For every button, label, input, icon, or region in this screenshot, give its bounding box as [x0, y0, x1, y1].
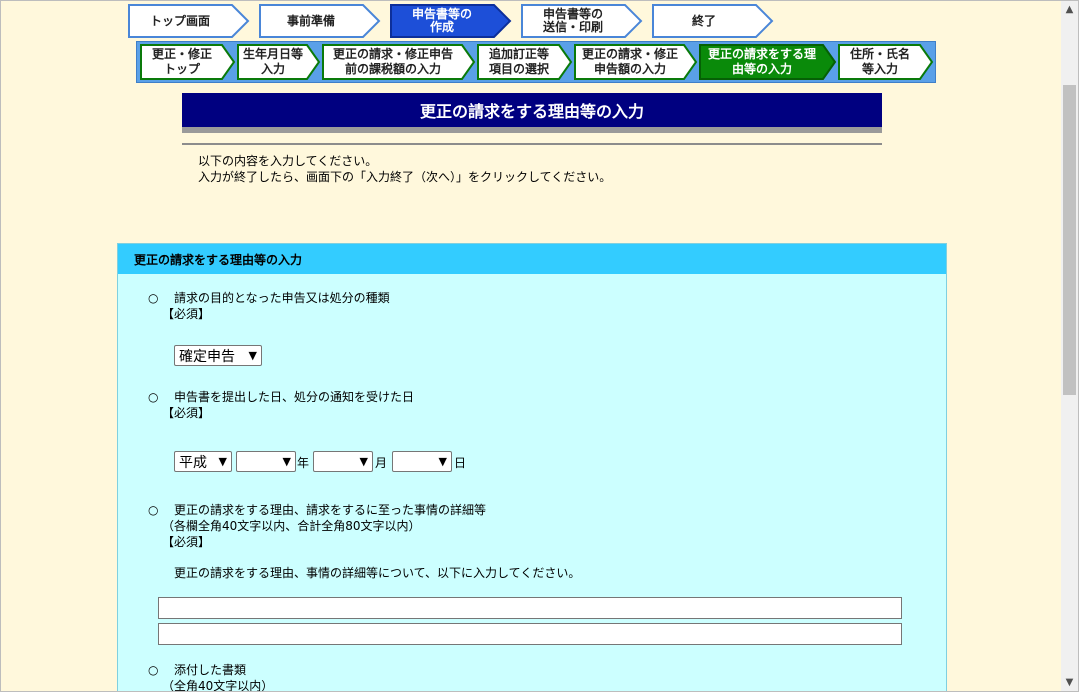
char-limit-note: （各欄全角40文字以内、合計全角80文字以内）	[162, 519, 421, 533]
step-finish: 終了	[652, 4, 774, 38]
return-type-select[interactable]: 確定申告 ▼	[174, 345, 262, 366]
divider	[182, 143, 882, 145]
required-label: 【必須】	[162, 535, 211, 549]
vertical-scrollbar[interactable]: ▲ ▼	[1061, 1, 1078, 691]
question-attached-documents: ○ 添付した書類	[148, 662, 246, 678]
chevron-down-icon: ▼	[218, 455, 227, 468]
substep-corrected-amount: 更正の請求・修正 申告額の入力	[574, 44, 698, 80]
scroll-down-arrow-icon[interactable]: ▼	[1061, 674, 1078, 691]
era-value: 平成	[179, 454, 207, 471]
step-send-print: 申告書等の 送信・印刷	[521, 4, 643, 38]
char-limit-note: （全角40文字以内）	[162, 679, 274, 692]
instructions: 以下の内容を入力してください。 入力が終了したら、画面下の「入力終了（次へ）」を…	[198, 153, 611, 185]
question-label: 更正の請求をする理由、請求をするに至った事情の詳細等	[174, 503, 487, 517]
question-reason: ○ 更正の請求をする理由、請求をするに至った事情の詳細等	[148, 502, 486, 518]
day-select[interactable]: ▼	[392, 451, 452, 472]
substep-reason: 更正の請求をする理 由等の入力	[699, 44, 837, 80]
month-unit: 月	[375, 456, 388, 470]
browser-viewport: トップ画面 事前準備 申告書等の 作成 申告書等の 送信・印刷 終了 更正・修正…	[0, 0, 1079, 692]
sub-step-nav: 更正・修正 トップ 生年月日等 入力 更正の請求・修正申告 前の課税額の入力 追…	[136, 41, 936, 83]
title-underline	[182, 127, 882, 133]
step-send-print-label: 申告書等の 送信・印刷	[542, 7, 603, 34]
year-unit: 年	[297, 456, 310, 470]
bullet-icon: ○	[148, 663, 159, 677]
required-label: 【必須】	[162, 406, 211, 420]
bullet-icon: ○	[148, 503, 159, 517]
question-filing-date: ○ 申告書を提出した日、処分の通知を受けた日	[148, 389, 414, 405]
reason-input-1[interactable]	[158, 597, 902, 619]
page-title: 更正の請求をする理由等の入力	[182, 93, 882, 127]
required-label: 【必須】	[162, 307, 211, 321]
reason-input-2[interactable]	[158, 623, 902, 645]
substep-birthdate-label: 生年月日等 入力	[242, 47, 303, 76]
instruction-line-2: 入力が終了したら、画面下の「入力終了（次へ）」をクリックしてください。	[198, 170, 612, 184]
month-select[interactable]: ▼	[313, 451, 373, 472]
chevron-down-icon: ▼	[438, 455, 447, 468]
substep-additional-items: 追加訂正等 項目の選択	[477, 44, 573, 80]
substep-reason-label: 更正の請求をする理 由等の入力	[707, 47, 816, 76]
step-preparation: 事前準備	[259, 4, 381, 38]
bullet-icon: ○	[148, 390, 159, 404]
reason-input-panel: 更正の請求をする理由等の入力 ○ 請求の目的となった申告又は処分の種類 【必須】 …	[117, 243, 947, 692]
question-return-type: ○ 請求の目的となった申告又は処分の種類	[148, 290, 390, 306]
panel-title: 更正の請求をする理由等の入力	[118, 244, 946, 274]
step-preparation-label: 事前準備	[286, 13, 335, 28]
substep-correction-top: 更正・修正 トップ	[140, 44, 236, 80]
question-label: 請求の目的となった申告又は処分の種類	[174, 291, 390, 305]
year-select[interactable]: ▼	[236, 451, 296, 472]
step-top: トップ画面	[128, 4, 250, 38]
scrollbar-thumb[interactable]	[1063, 85, 1076, 395]
return-type-value: 確定申告	[179, 348, 235, 365]
chevron-down-icon: ▼	[359, 455, 368, 468]
instruction-line-1: 以下の内容を入力してください。	[198, 154, 378, 168]
era-select[interactable]: 平成 ▼	[174, 451, 232, 472]
substep-prior-tax: 更正の請求・修正申告 前の課税額の入力	[322, 44, 476, 80]
substep-birthdate: 生年月日等 入力	[237, 44, 321, 80]
question-label: 添付した書類	[174, 663, 247, 677]
step-create-return: 申告書等の 作成	[390, 4, 512, 38]
substep-address-name-label: 住所・氏名 等入力	[849, 47, 910, 76]
chevron-down-icon: ▼	[248, 349, 257, 362]
scroll-up-arrow-icon[interactable]: ▲	[1061, 1, 1078, 18]
substep-prior-tax-label: 更正の請求・修正申告 前の課税額の入力	[332, 47, 453, 76]
substep-additional-items-label: 追加訂正等 項目の選択	[488, 47, 549, 76]
reason-instruction: 更正の請求をする理由、事情の詳細等について、以下に入力してください。	[174, 566, 581, 580]
step-create-return-label: 申告書等の 作成	[411, 7, 472, 34]
substep-corrected-amount-label: 更正の請求・修正 申告額の入力	[581, 47, 678, 76]
chevron-down-icon: ▼	[282, 455, 291, 468]
step-finish-label: 終了	[691, 13, 716, 28]
question-label: 申告書を提出した日、処分の通知を受けた日	[174, 390, 415, 404]
bullet-icon: ○	[148, 291, 159, 305]
step-top-label: トップ画面	[149, 13, 210, 28]
substep-correction-top-label: 更正・修正 トップ	[151, 47, 212, 76]
day-unit: 日	[454, 456, 467, 470]
substep-address-name: 住所・氏名 等入力	[838, 44, 934, 80]
